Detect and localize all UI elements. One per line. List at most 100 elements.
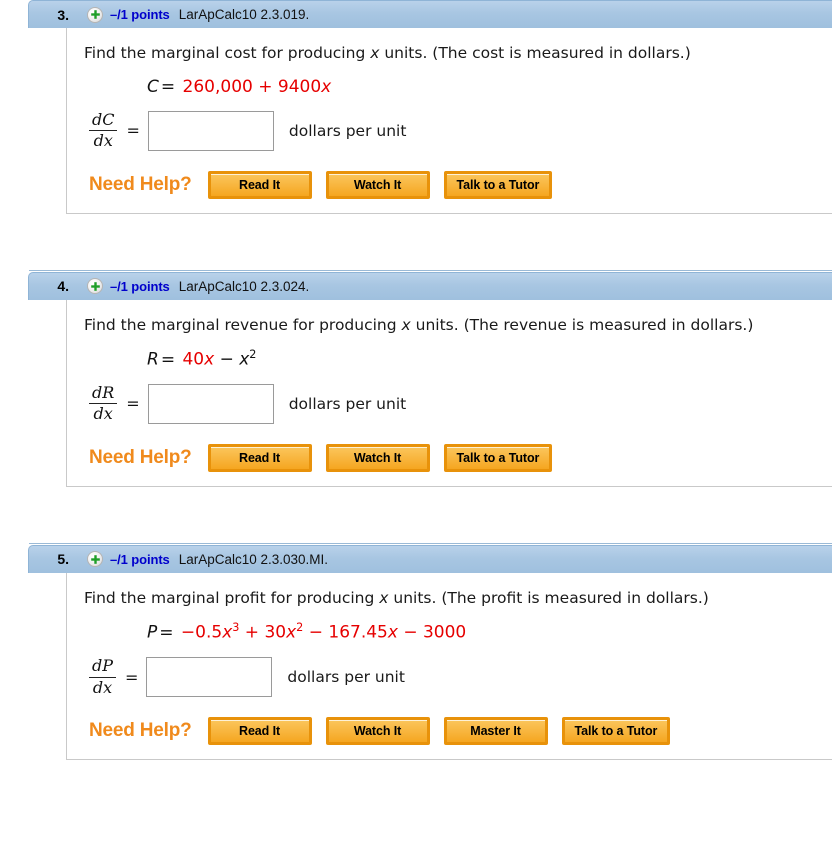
question-number: 5. (57, 551, 69, 568)
need-help-row: Need Help? Read It Watch It Master It Talk t… (67, 697, 832, 746)
formula-term: x (239, 349, 250, 370)
answer-row: dR dx = dollars per unit (67, 370, 832, 424)
help-button-label: Watch It (353, 177, 402, 192)
help-button-watch-it[interactable]: Watch It (325, 717, 430, 746)
plus-circle-icon[interactable] (87, 551, 103, 568)
prompt-text-tail: units. (The cost is measured in dollars.… (379, 44, 691, 62)
help-button-talk-to-a-tutor[interactable]: Talk to a Tutor (561, 717, 671, 746)
question-header-bar: 3. –/1 points LarApCalc10 2.3.019. (28, 0, 832, 28)
formula-equals-sign: = (160, 349, 176, 370)
formula-term: x (286, 623, 297, 644)
question-code: LarApCalc10 2.3.030.MI. (178, 551, 329, 567)
formula-term: x (387, 623, 398, 644)
answer-units-label: dollars per unit (288, 121, 407, 140)
answer-units-label: dollars per unit (287, 668, 405, 687)
formula-term: 9400 (277, 76, 322, 97)
derivative-fraction: dC dx (89, 110, 118, 151)
derivative-numerator: dP (89, 656, 117, 678)
derivative-denominator: dx (92, 677, 113, 697)
formula-term: 3000 (422, 623, 467, 644)
question-code: LarApCalc10 2.3.019. (178, 7, 310, 22)
derivative-numerator: dR (89, 383, 118, 405)
help-button-read-it[interactable]: Read It (207, 170, 312, 199)
question-formula: C = 260,000 + 9400x (67, 63, 832, 97)
question-body: Find the marginal cost for producing x u… (66, 28, 832, 214)
derivative-denominator: dx (93, 131, 113, 151)
assignment-questions-list: 3. –/1 points LarApCalc10 2.3.019. Find the… (0, 0, 832, 761)
help-button-talk-to-a-tutor[interactable]: Talk to a Tutor (443, 443, 553, 472)
formula-term: 260,000 (182, 76, 253, 97)
formula-term: 40 (182, 349, 205, 370)
answer-units-label: dollars per unit (288, 394, 407, 413)
derivative-numerator: dC (89, 110, 118, 132)
help-button-label: Read It (239, 724, 281, 739)
formula-left-side: C (147, 76, 159, 97)
help-button-master-it[interactable]: Master It (443, 717, 548, 746)
points-label: –/1 points (110, 278, 170, 294)
formula-left-side: R (147, 349, 159, 370)
prompt-text-tail: units. (The revenue is measured in dolla… (410, 315, 754, 334)
answer-equals-sign: = (126, 394, 140, 414)
formula-equals-sign: = (159, 623, 174, 644)
answer-input[interactable] (146, 657, 273, 698)
prompt-text-lead: Find the marginal profit for producing (84, 588, 380, 607)
answer-row: dP dx = dollars per unit (67, 643, 832, 698)
question-body: Find the marginal profit for producing x… (66, 572, 832, 761)
need-help-label: Need Help? (89, 720, 192, 742)
formula-term: − (214, 349, 240, 370)
derivative-denominator: dx (93, 404, 113, 424)
help-button-read-it[interactable]: Read It (207, 443, 312, 472)
question-prompt: Find the marginal profit for producing x… (67, 573, 832, 608)
answer-equals-sign: = (126, 121, 140, 141)
question-header-bar: 5. –/1 points LarApCalc10 2.3.030.MI. (28, 542, 832, 573)
help-button-watch-it[interactable]: Watch It (325, 170, 430, 199)
help-button-label: Watch It (353, 724, 402, 739)
formula-left-side: P (147, 623, 158, 644)
question-prompt: Find the marginal revenue for producing … (67, 300, 832, 335)
question-block: 3. –/1 points LarApCalc10 2.3.019. Find the… (0, 0, 832, 214)
need-help-row: Need Help? Read It Watch It Talk to a Tutor (67, 151, 832, 199)
formula-exponent: 2 (249, 348, 257, 362)
answer-row: dC dx = dollars per unit (67, 97, 832, 151)
formula-term: 167.45 (328, 623, 388, 644)
help-button-label: Talk to a Tutor (456, 450, 540, 465)
plus-circle-icon[interactable] (87, 278, 103, 295)
formula-term: −0.5 (180, 623, 223, 644)
question-number: 3. (57, 6, 69, 23)
prompt-text-tail: units. (The profit is measured in dollar… (388, 588, 709, 607)
question-prompt: Find the marginal cost for producing x u… (67, 28, 832, 63)
need-help-label: Need Help? (89, 446, 192, 468)
formula-term: x (204, 349, 215, 370)
header-top-rule (29, 269, 832, 271)
question-spacer (0, 214, 832, 272)
formula-term: − (303, 623, 329, 644)
answer-input[interactable] (147, 383, 274, 424)
help-button-talk-to-a-tutor[interactable]: Talk to a Tutor (443, 170, 553, 199)
help-button-read-it[interactable]: Read It (207, 717, 312, 746)
prompt-variable: x (401, 315, 411, 334)
help-button-label: Watch It (353, 450, 402, 465)
help-button-label: Talk to a Tutor (456, 177, 540, 192)
derivative-fraction: dR dx (89, 383, 118, 424)
help-button-watch-it[interactable]: Watch It (325, 443, 430, 472)
question-code: LarApCalc10 2.3.024. (178, 278, 310, 294)
question-header-bar: 4. –/1 points LarApCalc10 2.3.024. (28, 269, 832, 300)
answer-input[interactable] (147, 110, 274, 151)
help-button-label: Master It (470, 724, 521, 739)
prompt-text-lead: Find the marginal cost for producing (84, 44, 371, 62)
question-formula: P = −0.5x3 + 30x2 − 167.45x − 3000 (67, 607, 832, 643)
derivative-fraction: dP dx (89, 656, 117, 697)
question-block: 4. –/1 points LarApCalc10 2.3.024. Find the… (0, 269, 832, 487)
formula-term: x (222, 623, 233, 644)
header-top-rule (29, 542, 832, 544)
help-button-label: Read It (239, 177, 281, 192)
answer-equals-sign: = (125, 667, 139, 687)
formula-equals-sign: = (160, 76, 176, 97)
plus-circle-icon[interactable] (87, 6, 103, 23)
question-block: 5. –/1 points LarApCalc10 2.3.030.MI. Find … (0, 542, 832, 761)
question-body: Find the marginal revenue for producing … (66, 299, 832, 487)
question-spacer (0, 487, 832, 545)
need-help-row: Need Help? Read It Watch It Talk to a Tutor (67, 424, 832, 472)
points-label: –/1 points (110, 551, 170, 567)
formula-term: − (397, 623, 423, 644)
